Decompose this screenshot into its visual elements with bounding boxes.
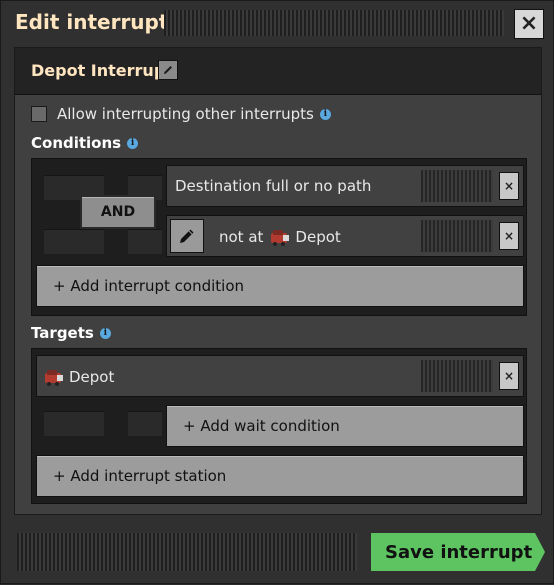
- targets-heading-text: Targets: [31, 324, 94, 342]
- info-icon[interactable]: i: [127, 137, 139, 149]
- pencil-icon: [164, 66, 172, 74]
- footer-drag-handle[interactable]: [17, 533, 357, 571]
- titlebar: Edit interrupt ×: [1, 1, 554, 45]
- targets-list: Depot × + Add wait condition + Add inter…: [31, 348, 527, 504]
- add-interrupt-station-button[interactable]: + Add interrupt station: [36, 455, 524, 497]
- conditions-list: AND Destination full or no path × not at: [31, 158, 527, 316]
- target-station-row[interactable]: Depot ×: [36, 355, 524, 397]
- info-icon[interactable]: i: [319, 108, 331, 120]
- pencil-icon: [180, 229, 194, 243]
- remove-target-button[interactable]: ×: [499, 362, 519, 390]
- close-button[interactable]: ×: [514, 9, 544, 39]
- titlebar-drag-handle[interactable]: [164, 10, 504, 36]
- close-icon: ×: [503, 369, 515, 383]
- wait-slot: [128, 411, 162, 436]
- edit-condition-button[interactable]: [170, 219, 204, 253]
- logic-slot: [128, 229, 162, 254]
- window-title: Edit interrupt: [15, 10, 169, 34]
- train-stop-icon: [271, 230, 290, 246]
- edit-interrupt-window: Edit interrupt × Depot Interrupt Allow i…: [0, 0, 554, 584]
- train-stop-icon: [45, 370, 63, 386]
- add-wait-condition-button[interactable]: + Add wait condition: [166, 405, 524, 447]
- logic-slot: [44, 229, 104, 254]
- target-station-name: Depot: [69, 368, 115, 386]
- footer: Save interrupt: [1, 517, 554, 585]
- close-icon: ×: [519, 11, 539, 36]
- interrupt-name-header: Depot Interrupt: [15, 48, 541, 95]
- condition-drag-handle[interactable]: [421, 220, 493, 252]
- close-icon: ×: [503, 229, 515, 243]
- condition-prefix: not at: [219, 228, 264, 246]
- target-drag-handle[interactable]: [421, 360, 493, 392]
- interrupt-panel: Depot Interrupt Allow interrupting other…: [14, 47, 542, 515]
- condition-row[interactable]: Destination full or no path ×: [166, 165, 524, 207]
- wait-slot: [44, 411, 104, 436]
- condition-station: Depot: [295, 228, 341, 246]
- target-station: Depot: [41, 367, 114, 387]
- remove-condition-button[interactable]: ×: [499, 172, 519, 200]
- allow-interrupting-row[interactable]: Allow interrupting other interrupts i: [31, 104, 331, 124]
- close-icon: ×: [503, 179, 515, 193]
- condition-text: Destination full or no path: [175, 177, 372, 195]
- logic-operator-button[interactable]: AND: [80, 195, 156, 229]
- condition-text: not at Depot: [219, 227, 341, 247]
- add-interrupt-condition-button[interactable]: + Add interrupt condition: [36, 265, 524, 307]
- save-interrupt-button[interactable]: Save interrupt: [371, 533, 545, 571]
- targets-heading: Targets i: [31, 324, 111, 342]
- condition-row[interactable]: not at Depot ×: [166, 215, 524, 257]
- allow-interrupting-checkbox[interactable]: [31, 106, 47, 122]
- conditions-heading: Conditions i: [31, 134, 139, 152]
- condition-drag-handle[interactable]: [421, 170, 493, 202]
- info-icon[interactable]: i: [99, 327, 111, 339]
- interrupt-name: Depot Interrupt: [31, 61, 173, 80]
- remove-condition-button[interactable]: ×: [499, 222, 519, 250]
- rename-interrupt-button[interactable]: [158, 60, 178, 80]
- allow-interrupting-label: Allow interrupting other interrupts: [57, 105, 314, 123]
- conditions-heading-text: Conditions: [31, 134, 122, 152]
